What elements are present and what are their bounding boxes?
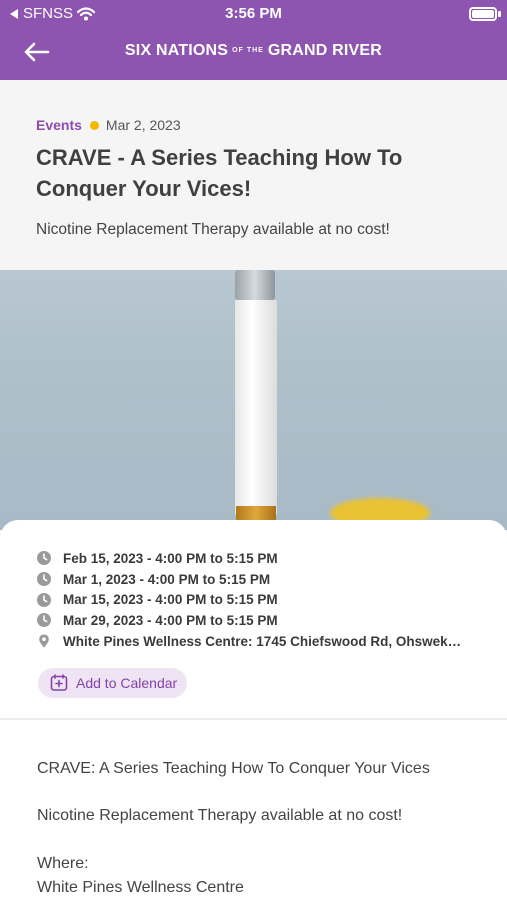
category-label[interactable]: Events bbox=[36, 117, 82, 133]
article-date: Mar 2, 2023 bbox=[105, 117, 181, 133]
brand-right: GRAND RIVER bbox=[267, 42, 383, 59]
session-text: Mar 29, 2023 - 4:00 PM to 5:15 PM bbox=[63, 612, 278, 628]
session-text: Mar 1, 2023 - 4:00 PM to 5:15 PM bbox=[63, 571, 271, 587]
battery-icon bbox=[469, 7, 497, 21]
clock-icon bbox=[37, 572, 51, 587]
status-bar: SFNSS 3:56 PM bbox=[0, 0, 507, 28]
hero-image bbox=[0, 270, 507, 530]
status-time: 3:56 PM bbox=[225, 5, 282, 22]
session-row: Feb 15, 2023 - 4:00 PM to 5:15 PM bbox=[37, 548, 477, 569]
location-pin-icon bbox=[39, 634, 49, 648]
brand-small: OF THE bbox=[232, 47, 264, 55]
article-body: CRAVE: A Series Teaching How To Conquer … bbox=[0, 720, 507, 900]
session-row: Mar 15, 2023 - 4:00 PM to 5:15 PM bbox=[37, 589, 477, 610]
battery-nub bbox=[498, 11, 501, 17]
session-text: Feb 15, 2023 - 4:00 PM to 5:15 PM bbox=[63, 550, 278, 566]
calendar-add-icon bbox=[50, 674, 68, 691]
session-text: Mar 15, 2023 - 4:00 PM to 5:15 PM bbox=[63, 592, 278, 608]
event-details-card: Feb 15, 2023 - 4:00 PM to 5:15 PM Mar 1,… bbox=[0, 520, 507, 720]
article-title: CRAVE - A Series Teaching How To Conquer… bbox=[36, 145, 403, 201]
body-paragraph: Where: bbox=[37, 855, 89, 872]
session-row: Mar 1, 2023 - 4:00 PM to 5:15 PM bbox=[37, 569, 477, 590]
add-to-calendar-button[interactable]: Add to Calendar bbox=[38, 668, 188, 698]
body-paragraph: Nicotine Replacement Therapy available a… bbox=[37, 807, 403, 824]
location-text: White Pines Wellness Centre: 1745 Chiefs… bbox=[63, 633, 462, 649]
clock-icon bbox=[37, 592, 51, 607]
brand-logo: SIX NATIONS OF THE GRAND RIVER bbox=[0, 42, 507, 60]
category-dot-icon bbox=[89, 120, 99, 130]
body-paragraph: White Pines Wellness Centre bbox=[37, 879, 244, 896]
article-meta: Events Mar 2, 2023 bbox=[36, 117, 181, 133]
add-to-calendar-label: Add to Calendar bbox=[76, 675, 178, 691]
session-row: Mar 29, 2023 - 4:00 PM to 5:15 PM bbox=[37, 610, 477, 631]
brand-left: SIX NATIONS bbox=[124, 42, 229, 59]
clock-icon bbox=[37, 613, 51, 628]
body-paragraph: CRAVE: A Series Teaching How To Conquer … bbox=[37, 760, 430, 777]
clock-icon bbox=[37, 551, 51, 566]
event-sessions: Feb 15, 2023 - 4:00 PM to 5:15 PM Mar 1,… bbox=[37, 548, 477, 651]
cigarette-body bbox=[235, 300, 277, 515]
article-header: Events Mar 2, 2023 CRAVE - A Series Teac… bbox=[0, 80, 507, 270]
location-row[interactable]: White Pines Wellness Centre: 1745 Chiefs… bbox=[37, 631, 477, 652]
app-header: SFNSS 3:56 PM SIX NATIONS OF THE GRAND RIV… bbox=[0, 0, 507, 80]
article-subtitle: Nicotine Replacement Therapy available a… bbox=[36, 221, 390, 238]
cigarette-ash bbox=[235, 270, 275, 302]
